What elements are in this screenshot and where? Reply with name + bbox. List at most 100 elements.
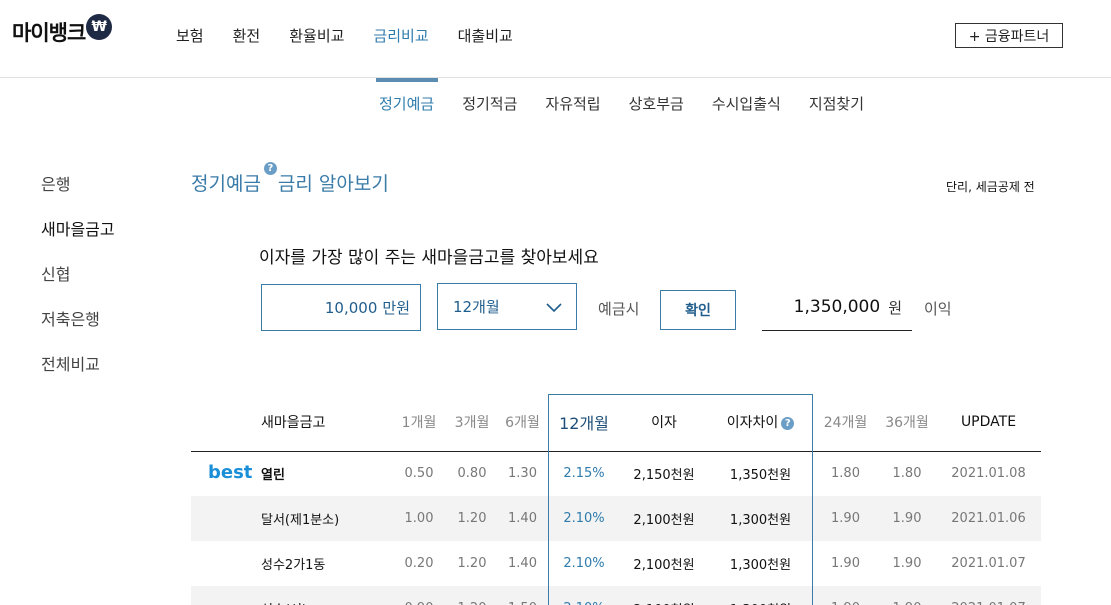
col-1m[interactable]: 1개월 [391, 394, 447, 452]
main-nav: 보험 환전 환율비교 금리비교 대출비교 [176, 25, 542, 46]
cell-1m: 0.90 [391, 586, 447, 605]
cell-3m: 1.20 [447, 586, 497, 605]
period-selected: 12개월 [453, 298, 500, 316]
nav-insurance[interactable]: 보험 [176, 25, 204, 46]
cell-24m: 1.80 [831, 466, 860, 482]
table-row[interactable]: 성수(서) 0.90 1.20 1.50 2.10% 2,100천원 1,300… [191, 586, 1041, 605]
table-row[interactable]: 열린 0.50 0.80 1.30 2.15% 2,150천원 1,350천원 … [191, 451, 1041, 496]
table-row[interactable]: 달서(제1분소) 1.00 1.20 1.40 2.10% 2,100천원 1,… [191, 496, 1041, 541]
cell-36m: 1.90 [878, 496, 936, 541]
search-prompt: 이자를 가장 많이 주는 새마을금고를 찾아보세요 [259, 248, 599, 268]
nav-interest-compare[interactable]: 금리비교 [373, 25, 428, 46]
cell-6m: 1.50 [497, 586, 548, 605]
help-icon[interactable]: ? [263, 162, 277, 175]
col-interest-diff: 이자차이? [708, 394, 813, 452]
rate-table: 새마을금고 1개월 3개월 6개월 12개월 이자 이자차이? 24개월 36개… [191, 394, 1041, 605]
amount-unit: 만원 [382, 299, 410, 317]
financial-partner-button[interactable]: + 금융파트너 [955, 23, 1063, 48]
col-6m[interactable]: 6개월 [497, 394, 548, 452]
col-36m[interactable]: 36개월 [878, 394, 936, 452]
col-institution: 새마을금고 [191, 394, 391, 452]
tab-fixed-deposit[interactable]: 정기예금 [379, 93, 434, 114]
cell-name: 성수(서) [191, 586, 391, 605]
cell-interest: 2,100천원 [633, 558, 695, 573]
col-24m[interactable]: 24개월 [813, 394, 878, 452]
cell-12m: 2.10% [563, 556, 605, 571]
cell-12m: 2.10% [548, 586, 620, 605]
page-title: 정기예금 ? 금리 알아보기 [191, 162, 389, 196]
logo[interactable]: 마이뱅크 ₩ [12, 14, 113, 47]
active-nav-indicator [376, 78, 438, 82]
cell-name: 달서(제1분소) [191, 496, 391, 541]
cell-24m: 1.90 [831, 556, 860, 571]
cell-interest-diff: 1,350천원 [729, 468, 792, 484]
cell-interest-diff: 1,300천원 [708, 496, 813, 541]
cell-1m: 0.20 [404, 556, 434, 571]
sidebar-item-saemaeul[interactable]: 새마을금고 [41, 216, 115, 261]
won-icon: ₩ [86, 14, 113, 40]
profit-result: 1,350,000 원 [762, 284, 912, 331]
chevron-down-icon [544, 297, 564, 321]
col-update: UPDATE [936, 394, 1041, 452]
cell-6m: 1.40 [508, 556, 537, 571]
cell-3m: 1.20 [447, 496, 497, 541]
cell-interest: 2,100천원 [620, 586, 708, 605]
cell-update: 2021.01.08 [951, 466, 1026, 482]
cell-interest: 2,150천원 [633, 468, 695, 484]
col-interest-diff-label: 이자차이 [726, 415, 779, 432]
profit-label: 이익 [924, 300, 952, 318]
nav-rate-compare[interactable]: 환율비교 [289, 25, 344, 46]
cell-update: 2021.01.07 [951, 556, 1026, 571]
cell-interest: 2,100천원 [620, 496, 708, 541]
cell-12m: 2.10% [548, 496, 620, 541]
cell-3m: 1.20 [457, 556, 487, 571]
header: 마이뱅크 ₩ 보험 환전 환율비교 금리비교 대출비교 + 금융파트너 [0, 0, 1111, 78]
tab-demand-deposit[interactable]: 수시입출식 [712, 93, 781, 114]
tab-installment-savings[interactable]: 정기적금 [462, 93, 517, 114]
amount-value: 10,000 [324, 298, 378, 317]
cell-interest-diff: 1,300천원 [729, 558, 792, 573]
sub-nav: 정기예금 정기적금 자유적립 상호부금 수시입출식 지점찾기 [379, 93, 892, 114]
cell-6m: 1.40 [497, 496, 548, 541]
cell-update: 2021.01.07 [936, 586, 1041, 605]
period-select[interactable]: 12개월 [437, 283, 577, 330]
help-icon[interactable]: ? [781, 417, 795, 431]
sidebar-item-compare-all[interactable]: 전체비교 [41, 351, 115, 396]
result-value: 1,350,000 [793, 297, 881, 317]
cell-24m: 1.90 [813, 496, 878, 541]
col-3m[interactable]: 3개월 [447, 394, 497, 452]
logo-text: 마이뱅크 [12, 21, 86, 45]
sidebar-item-credit-union[interactable]: 신협 [41, 261, 115, 306]
cell-24m: 1.90 [813, 586, 878, 605]
col-interest: 이자 [620, 394, 708, 452]
nav-loan-compare[interactable]: 대출비교 [458, 25, 513, 46]
tab-branch-finder[interactable]: 지점찾기 [809, 93, 864, 114]
cell-name: 성수2가1동 [261, 558, 326, 573]
nav-exchange[interactable]: 환전 [233, 25, 261, 46]
amount-input[interactable]: 10,000 만원 [261, 284, 421, 331]
cell-1m: 0.50 [404, 466, 434, 482]
cell-1m: 1.00 [391, 496, 447, 541]
cell-6m: 1.30 [508, 466, 537, 482]
cell-3m: 0.80 [457, 466, 487, 482]
cell-12m: 2.15% [563, 466, 605, 482]
confirm-button[interactable]: 확인 [660, 290, 736, 330]
tab-free-savings[interactable]: 자유적립 [545, 93, 600, 114]
cell-36m: 1.80 [892, 466, 922, 482]
cell-update: 2021.01.06 [936, 496, 1041, 541]
result-unit: 원 [888, 298, 902, 317]
sidebar-item-bank[interactable]: 은행 [41, 171, 115, 216]
table-header-row: 새마을금고 1개월 3개월 6개월 12개월 이자 이자차이? 24개월 36개… [191, 394, 1041, 452]
best-badge: best [208, 462, 253, 483]
institution-sidebar: 은행 새마을금고 신협 저축은행 전체비교 [41, 171, 115, 396]
title-product: 정기예금 [191, 173, 261, 195]
title-rest: 금리 알아보기 [277, 173, 389, 195]
col-12m[interactable]: 12개월 [548, 394, 620, 452]
sidebar-item-savings-bank[interactable]: 저축은행 [41, 306, 115, 351]
cell-36m: 1.90 [892, 556, 922, 571]
deposit-label: 예금시 [598, 300, 640, 318]
cell-36m: 1.90 [878, 586, 936, 605]
table-row[interactable]: 성수2가1동 0.20 1.20 1.40 2.10% 2,100천원 1,30… [191, 541, 1041, 586]
tab-mutual-installment[interactable]: 상호부금 [629, 93, 684, 114]
tax-note: 단리, 세금공제 전 [946, 180, 1035, 194]
